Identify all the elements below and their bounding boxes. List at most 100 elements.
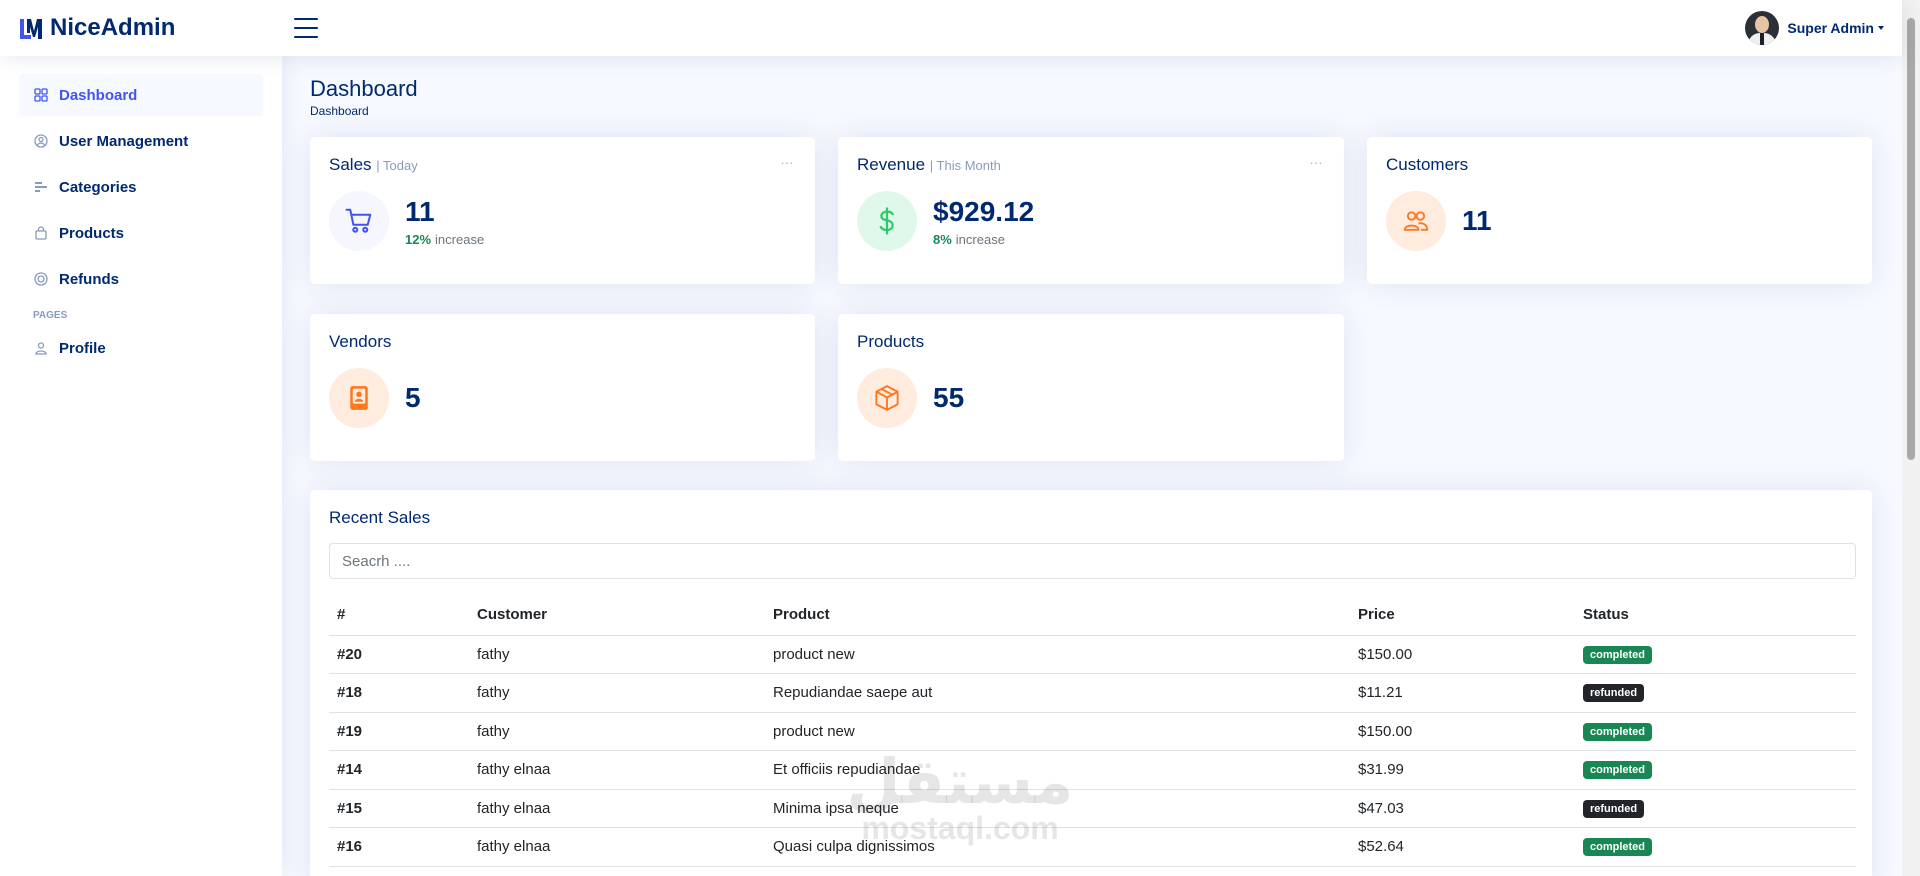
status-badge: completed <box>1583 722 1653 741</box>
sidebar-item-label: Refunds <box>59 270 119 288</box>
scrollbar-thumb[interactable] <box>1907 18 1915 460</box>
status-badge: completed <box>1583 761 1653 780</box>
chevron-down-icon <box>1878 26 1884 30</box>
cell-product[interactable]: Quasi culpa dignissimos <box>765 827 1350 867</box>
table-row[interactable]: #16 fathy elnaa Quasi culpa dignissimos … <box>329 827 1856 867</box>
box-icon <box>857 368 917 428</box>
cell-status: completed <box>1575 712 1856 751</box>
list-icon <box>33 179 49 195</box>
column-header[interactable]: # <box>329 595 469 636</box>
cart-icon <box>329 191 389 251</box>
vendors-card: Vendors 5 <box>310 314 815 461</box>
more-options-icon[interactable]: … <box>1309 151 1324 167</box>
vendors-value: 5 <box>405 382 421 413</box>
cell-price: $11.21 <box>1350 673 1575 713</box>
sidebar-item-label: Products <box>59 224 125 242</box>
logo-text: NiceAdmin <box>50 14 176 41</box>
table-header-row: # Customer Product Price Status <box>329 595 1856 636</box>
sidebar-toggle-icon[interactable] <box>294 18 318 38</box>
customers-card: Customers 11 <box>1367 137 1872 284</box>
card-title-text: Sales <box>329 155 372 174</box>
revenue-card: … Revenue | This Month $929.12 8% increas… <box>838 137 1344 284</box>
logo-icon <box>20 19 42 39</box>
cell-price: $52.64 <box>1350 827 1575 867</box>
sidebar-item-profile[interactable]: Profile <box>19 327 263 369</box>
sidebar-item-refunds[interactable]: Refunds <box>19 258 263 300</box>
column-header[interactable]: Status <box>1575 595 1856 636</box>
profile-name: Super Admin <box>1787 20 1874 36</box>
sidebar-item-label: Categories <box>59 178 137 196</box>
table-row[interactable]: #20 fathy product new $150.00 completed <box>329 635 1856 674</box>
cell-price: $150.00 <box>1350 712 1575 751</box>
search-input[interactable] <box>329 543 1856 579</box>
nav-heading-pages: PAGES <box>33 310 68 321</box>
cell-product[interactable]: product new <box>765 712 1350 751</box>
cell-id[interactable]: #18 <box>329 673 469 713</box>
customers-value: 11 <box>1462 205 1492 236</box>
cell-customer: fathy elnaa <box>469 827 765 867</box>
status-badge: refunded <box>1583 799 1645 818</box>
sidebar-item-products[interactable]: Products <box>19 212 263 254</box>
table-row[interactable]: #19 fathy product new $150.00 completed <box>329 712 1856 751</box>
cell-id[interactable]: #15 <box>329 789 469 828</box>
table-row[interactable]: #14 fathy elnaa Et officiis repudiandae … <box>329 750 1856 790</box>
more-options-icon[interactable]: … <box>780 151 795 167</box>
bag-icon <box>33 225 49 241</box>
table-row[interactable]: #15 fathy elnaa Minima ipsa neque $47.03… <box>329 789 1856 828</box>
status-badge: completed <box>1583 645 1653 664</box>
card-title: Revenue | This Month <box>857 155 1325 175</box>
revenue-value: $929.12 <box>933 195 1035 227</box>
avatar <box>1745 11 1780 45</box>
logo[interactable]: NiceAdmin <box>0 14 282 42</box>
breadcrumb[interactable]: Dashboard <box>310 104 1872 118</box>
grid-icon <box>33 87 49 103</box>
table-row[interactable]: #18 fathy Repudiandae saepe aut $11.21 r… <box>329 673 1856 713</box>
cell-id[interactable]: #16 <box>329 827 469 867</box>
sidebar: Dashboard User Management Categories Pro… <box>0 56 282 876</box>
cell-customer: fathy elnaa <box>469 789 765 828</box>
cell-status: completed <box>1575 827 1856 867</box>
column-header[interactable]: Product <box>765 595 1350 636</box>
cell-id[interactable]: #20 <box>329 635 469 674</box>
card-title-text: Revenue <box>857 155 926 174</box>
top-header: NiceAdmin Super Admin <box>0 0 1902 56</box>
status-badge: refunded <box>1583 684 1645 703</box>
page-scrollbar[interactable] <box>1902 0 1920 876</box>
sidebar-item-dashboard[interactable]: Dashboard <box>19 74 263 116</box>
recent-sales-card: Recent Sales # Customer Product Price St… <box>310 490 1872 876</box>
sidebar-item-label: Profile <box>59 339 106 357</box>
person-icon <box>33 340 49 356</box>
cell-status: refunded <box>1575 789 1856 828</box>
sidebar-item-user-management[interactable]: User Management <box>19 120 263 162</box>
column-header[interactable]: Customer <box>469 595 765 636</box>
sales-percent: 12% <box>405 231 432 247</box>
people-icon <box>1386 191 1446 251</box>
sidebar-item-categories[interactable]: Categories <box>19 166 263 208</box>
cell-price: $31.99 <box>1350 750 1575 790</box>
cell-product[interactable]: product new <box>765 635 1350 674</box>
cell-price: $47.03 <box>1350 789 1575 828</box>
recent-sales-table: # Customer Product Price Status #20 fath… <box>329 595 1856 867</box>
products-value: 55 <box>933 382 965 413</box>
cell-id[interactable]: #14 <box>329 750 469 790</box>
column-header[interactable]: Price <box>1350 595 1575 636</box>
main-content: Dashboard Dashboard <box>310 56 1872 118</box>
revenue-percent: 8% <box>933 231 952 247</box>
cell-product[interactable]: Minima ipsa neque <box>765 789 1350 828</box>
cell-product[interactable]: Et officiis repudiandae <box>765 750 1350 790</box>
cell-product[interactable]: Repudiandae saepe aut <box>765 673 1350 713</box>
coin-icon <box>33 271 49 287</box>
page-title: Dashboard <box>310 76 418 101</box>
cell-status: completed <box>1575 750 1856 790</box>
cell-status: refunded <box>1575 673 1856 713</box>
profile-menu[interactable]: Super Admin <box>1745 11 1902 45</box>
card-title: Customers <box>1386 155 1469 174</box>
cell-price: $150.00 <box>1350 635 1575 674</box>
card-period: | Today <box>376 158 418 173</box>
sales-card: … Sales | Today 11 12% increase <box>310 137 815 284</box>
revenue-trend: increase <box>955 231 1005 247</box>
sales-trend: increase <box>435 231 485 247</box>
cell-id[interactable]: #19 <box>329 712 469 751</box>
products-card: Products 55 <box>838 314 1344 461</box>
cell-customer: fathy <box>469 673 765 713</box>
